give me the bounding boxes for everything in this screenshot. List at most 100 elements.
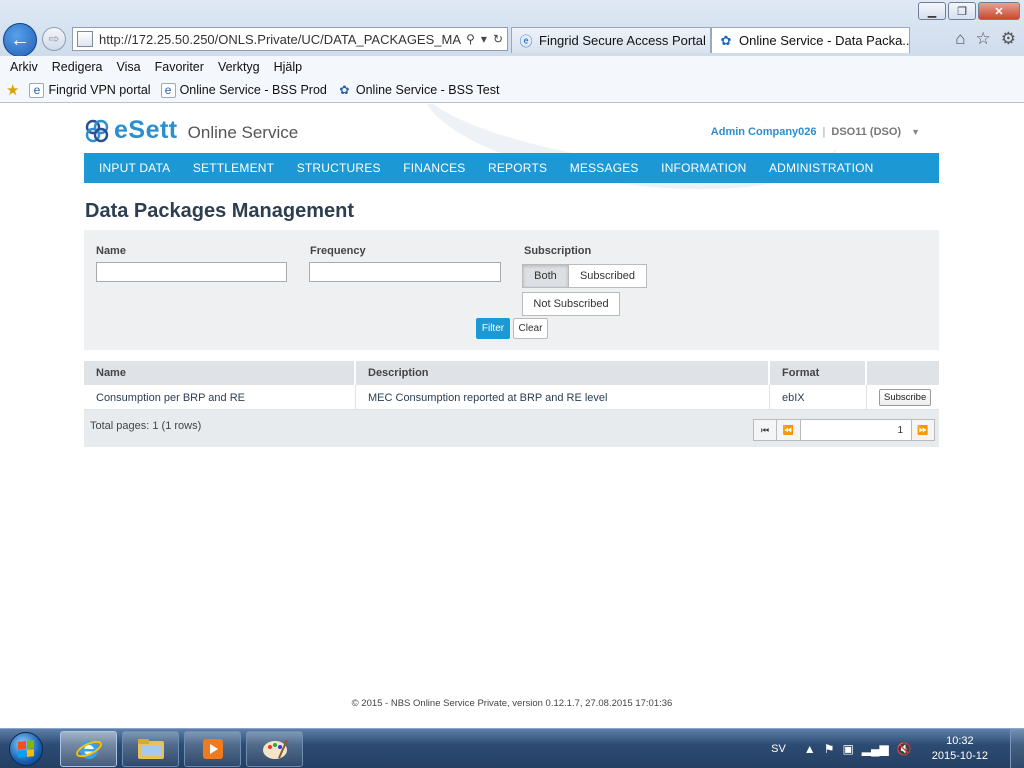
user-menu[interactable]: Admin Company026 | DSO11 (DSO) ▼ xyxy=(711,126,920,138)
main-navigation: INPUT DATA SETTLEMENT STRUCTURES FINANCE… xyxy=(84,153,939,183)
page-footer: © 2015 - NBS Online Service Private, ver… xyxy=(351,698,673,709)
menu-hjalp[interactable]: Hjälp xyxy=(274,60,303,74)
ie-icon: e xyxy=(160,82,176,98)
gear-icon[interactable]: ⚙ xyxy=(1001,29,1016,49)
dropdown-icon[interactable]: ▾ xyxy=(481,32,487,46)
nav-reports[interactable]: REPORTS xyxy=(488,161,547,175)
menu-favoriter[interactable]: Favoriter xyxy=(155,60,204,74)
first-page-icon: ⏮ xyxy=(760,424,770,435)
table-row[interactable]: Consumption per BRP and RE MEC Consumpti… xyxy=(84,385,939,410)
volume-muted-icon[interactable]: 🔇 xyxy=(897,742,912,756)
page-number-input[interactable]: 1 xyxy=(801,419,911,441)
ie-icon: ⓔ xyxy=(519,34,533,49)
column-header-name[interactable]: Name xyxy=(84,361,356,385)
user-company[interactable]: Admin Company026 xyxy=(711,126,817,138)
favorites-star-icon[interactable]: ★ xyxy=(6,81,19,99)
cell-description: MEC Consumption reported at BRP and RE l… xyxy=(356,385,770,410)
page-icon xyxy=(77,31,93,47)
fav-bss-test[interactable]: ✿ Online Service - BSS Test xyxy=(337,83,499,98)
search-icon[interactable]: ⚲ xyxy=(466,32,475,46)
restore-button[interactable]: ❐ xyxy=(948,2,976,20)
nav-settlement[interactable]: SETTLEMENT xyxy=(193,161,274,175)
column-header-format[interactable]: Format xyxy=(770,361,867,385)
show-hidden-icons-icon[interactable]: ▲ xyxy=(804,742,816,756)
menu-arkiv[interactable]: Arkiv xyxy=(10,60,38,74)
cell-action: Subscribe xyxy=(867,385,939,410)
language-indicator[interactable]: SV xyxy=(771,743,786,755)
user-role[interactable]: DSO11 (DSO) xyxy=(831,126,901,138)
frequency-input[interactable] xyxy=(309,262,501,282)
nav-administration[interactable]: ADMINISTRATION xyxy=(769,161,874,175)
windows-logo-icon xyxy=(9,732,43,766)
close-window-button[interactable]: ✕ xyxy=(978,2,1020,20)
media-player-icon xyxy=(202,739,223,759)
page-title: Data Packages Management xyxy=(85,200,355,222)
clear-button[interactable]: Clear xyxy=(513,318,548,339)
cell-name: Consumption per BRP and RE xyxy=(84,385,356,410)
tab-online-service[interactable]: ✿ Online Service - Data Packa... ✕ xyxy=(711,27,910,53)
nav-messages[interactable]: MESSAGES xyxy=(570,161,639,175)
pager: ⏮ ⏪ 1 ⏩ xyxy=(753,419,935,441)
taskbar-ie[interactable] xyxy=(60,731,117,767)
esett-icon: ✿ xyxy=(339,83,350,97)
home-icon[interactable]: ⌂ xyxy=(955,29,965,49)
filter-button[interactable]: Filter xyxy=(476,318,510,339)
minimize-button[interactable]: ▁ xyxy=(918,2,946,20)
web-page: eSett Online Service Admin Company026 | … xyxy=(0,104,1024,728)
address-bar[interactable]: http://172.25.50.250/ONLS.Private/UC/DAT… xyxy=(72,27,508,51)
total-pages: Total pages: 1 (1 rows) xyxy=(90,420,202,432)
nav-input-data[interactable]: INPUT DATA xyxy=(99,161,170,175)
favorites-star-icon[interactable]: ☆ xyxy=(976,29,991,49)
nav-information[interactable]: INFORMATION xyxy=(661,161,746,175)
taskbar-paint[interactable] xyxy=(246,731,303,767)
browser-chrome: ▁ ❐ ✕ ← ⇨ http://172.25.50.250/ONLS.Priv… xyxy=(0,0,1024,57)
forward-button[interactable]: ⇨ xyxy=(42,27,66,51)
menu-verktyg[interactable]: Verktyg xyxy=(218,60,260,74)
taskbar-media-player[interactable] xyxy=(184,731,241,767)
nav-structures[interactable]: STRUCTURES xyxy=(297,161,381,175)
brand-name: eSett xyxy=(114,116,178,144)
frequency-label: Frequency xyxy=(310,245,366,257)
action-center-icon[interactable]: ⚑ xyxy=(824,742,835,756)
cell-format: ebIX xyxy=(770,385,867,410)
back-button[interactable]: ← xyxy=(3,23,37,57)
next-page-button[interactable]: ⏩ xyxy=(911,419,935,441)
column-header-description[interactable]: Description xyxy=(356,361,770,385)
clock-time: 10:32 xyxy=(946,735,974,747)
subscription-subscribed-button[interactable]: Subscribed xyxy=(568,264,647,288)
ie-icon xyxy=(75,740,102,759)
ie-icon: e xyxy=(29,82,45,98)
prev-page-button[interactable]: ⏪ xyxy=(777,419,801,441)
menu-visa[interactable]: Visa xyxy=(117,60,141,74)
subscription-label: Subscription xyxy=(524,245,592,257)
tab-fingrid-portal[interactable]: ⓔ Fingrid Secure Access Portal - ... xyxy=(511,27,711,53)
esett-logo[interactable]: eSett Online Service xyxy=(84,116,298,145)
address-text[interactable]: http://172.25.50.250/ONLS.Private/UC/DAT… xyxy=(99,32,462,47)
start-button[interactable] xyxy=(2,729,50,768)
subscribe-button[interactable]: Subscribe xyxy=(879,389,932,406)
clock-date: 2015-10-12 xyxy=(931,750,988,762)
menu-redigera[interactable]: Redigera xyxy=(52,60,103,74)
show-desktop-button[interactable] xyxy=(1010,729,1024,768)
user-separator: | xyxy=(822,126,826,138)
filter-panel: Name Frequency Subscription xyxy=(84,230,939,392)
subscription-both-button[interactable]: Both xyxy=(522,264,569,288)
nav-finances[interactable]: FINANCES xyxy=(403,161,465,175)
table-footer: Total pages: 1 (1 rows) ⏮ ⏪ 1 ⏩ xyxy=(84,410,939,447)
system-tray: SV ▲ ⚑ ▣ ▂▄▆ 🔇 10:32 2015-10-12 xyxy=(771,729,1024,768)
clock[interactable]: 10:32 2015-10-12 xyxy=(932,734,988,764)
window-controls: ▁ ❐ ✕ xyxy=(918,2,1020,20)
fav-fingrid-vpn[interactable]: e Fingrid VPN portal xyxy=(29,82,151,98)
taskbar-explorer[interactable] xyxy=(122,731,179,767)
refresh-icon[interactable]: ↻ xyxy=(493,32,503,46)
column-header-action xyxy=(867,361,939,385)
fav-bss-prod[interactable]: e Online Service - BSS Prod xyxy=(160,82,327,98)
arrow-right-icon: ⇨ xyxy=(48,31,60,46)
first-page-button[interactable]: ⏮ xyxy=(753,419,777,441)
subscription-not-subscribed-button[interactable]: Not Subscribed xyxy=(522,292,620,316)
device-icon[interactable]: ▣ xyxy=(842,742,853,756)
network-icon[interactable]: ▂▄▆ xyxy=(862,742,889,756)
paint-palette-icon xyxy=(262,739,288,759)
name-input[interactable] xyxy=(96,262,287,282)
chevron-down-icon[interactable]: ▼ xyxy=(911,127,920,137)
